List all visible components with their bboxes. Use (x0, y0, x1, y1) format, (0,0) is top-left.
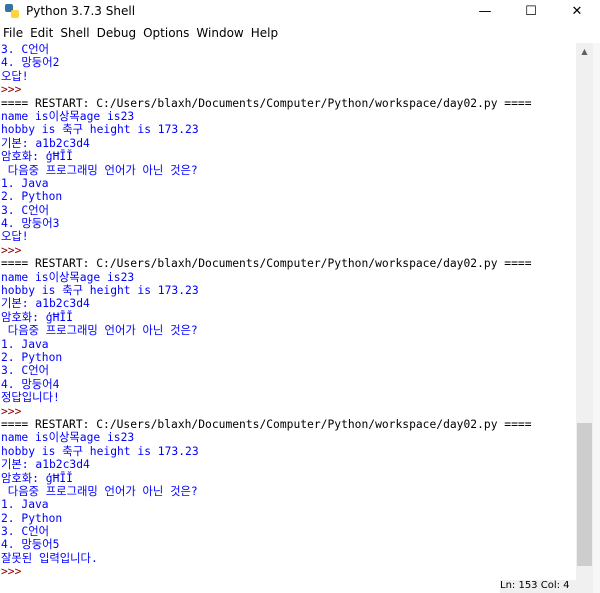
shell-prompt: >>> (1, 404, 29, 418)
shell-output-line: 기본: a1b2c3d4 (1, 136, 90, 150)
shell-output-line: 오답! (1, 230, 29, 244)
maximize-button[interactable]: ☐ (508, 0, 554, 22)
shell-output: 3. C언어 4. 망둥어2 오답! >>> ==== RESTART: C:/Use… (0, 43, 576, 579)
shell-output-line: 4. 망둥어4 (1, 377, 60, 391)
shell-output-line: hobby is 축구 height is 173.23 (1, 284, 199, 298)
minimize-button[interactable]: — (462, 0, 508, 22)
scroll-up-arrow-icon[interactable]: ▲ (576, 43, 593, 60)
shell-output-line: 잘못된 입력입니다. (1, 551, 98, 565)
status-bar: Ln: 153 Col: 4 (500, 580, 593, 593)
shell-output-line: name is이상목age is23 (1, 431, 135, 445)
shell-output-line: 1. Java (1, 176, 49, 190)
shell-output-line: 암호화: ģĦĪĬ (1, 471, 73, 485)
shell-output-line: 다음중 프로그래밍 언어가 아닌 것은? (1, 324, 198, 338)
shell-text-area[interactable]: 3. C언어 4. 망둥어2 오답! >>> ==== RESTART: C:/Use… (0, 43, 576, 593)
restart-banner: ==== RESTART: C:/Users/blaxh/Documents/C… (1, 96, 532, 110)
background-window-edge (593, 43, 600, 593)
python-logo-icon (5, 4, 19, 18)
close-button[interactable]: ✕ (554, 0, 600, 22)
shell-output-line: 3. C언어 (1, 364, 49, 378)
shell-prompt: >>> (1, 565, 29, 579)
restart-banner: ==== RESTART: C:/Users/blaxh/Documents/C… (1, 257, 532, 271)
menu-edit[interactable]: Edit (27, 26, 57, 40)
shell-output-line: 정답입니다! (1, 391, 60, 405)
shell-output-line: 2. Python (1, 350, 63, 364)
vertical-scrollbar[interactable]: ▲ (576, 43, 593, 593)
shell-output-line: 다음중 프로그래밍 언어가 아닌 것은? (1, 484, 198, 498)
shell-output-line: 4. 망둥어2 (1, 56, 60, 70)
shell-output-line: 오답! (1, 69, 29, 83)
menu-bar: File Edit Shell Debug Options Window Hel… (0, 23, 600, 43)
shell-prompt: >>> (1, 243, 29, 257)
shell-prompt: >>> (1, 83, 29, 97)
shell-output-line: 3. C언어 (1, 203, 49, 217)
title-bar: Python 3.7.3 Shell — ☐ ✕ (0, 0, 600, 22)
shell-output-line: 암호화: ģĦĪĬ (1, 310, 73, 324)
menu-file[interactable]: File (0, 26, 27, 40)
shell-output-line: 4. 망둥어5 (1, 538, 60, 552)
menu-debug[interactable]: Debug (94, 26, 140, 40)
menu-shell[interactable]: Shell (57, 26, 93, 40)
menu-window[interactable]: Window (193, 26, 247, 40)
shell-output-line: 1. Java (1, 337, 49, 351)
shell-output-line: 4. 망둥어3 (1, 217, 60, 231)
window-controls: — ☐ ✕ (462, 0, 600, 22)
shell-output-line: hobby is 축구 height is 173.23 (1, 123, 199, 137)
menu-options[interactable]: Options (140, 26, 193, 40)
shell-output-line: name is이상목age is23 (1, 270, 135, 284)
window-title: Python 3.7.3 Shell (26, 4, 136, 18)
shell-output-line: 2. Python (1, 511, 63, 525)
shell-output-line: hobby is 축구 height is 173.23 (1, 444, 199, 458)
menu-help[interactable]: Help (248, 26, 282, 40)
shell-output-line: 다음중 프로그래밍 언어가 아닌 것은? (1, 163, 198, 177)
shell-output-line: 기본: a1b2c3d4 (1, 458, 90, 472)
shell-output-line: 2. Python (1, 190, 63, 204)
shell-output-line: 1. Java (1, 498, 49, 512)
shell-output-line: 3. C언어 (1, 43, 49, 56)
shell-output-line: 3. C언어 (1, 525, 49, 539)
shell-output-line: 암호화: ģĦĪĬ (1, 150, 73, 164)
shell-output-line: 기본: a1b2c3d4 (1, 297, 90, 311)
restart-banner: ==== RESTART: C:/Users/blaxh/Documents/C… (1, 417, 532, 431)
scrollbar-thumb[interactable] (577, 423, 592, 566)
shell-output-line: name is이상목age is23 (1, 109, 135, 123)
